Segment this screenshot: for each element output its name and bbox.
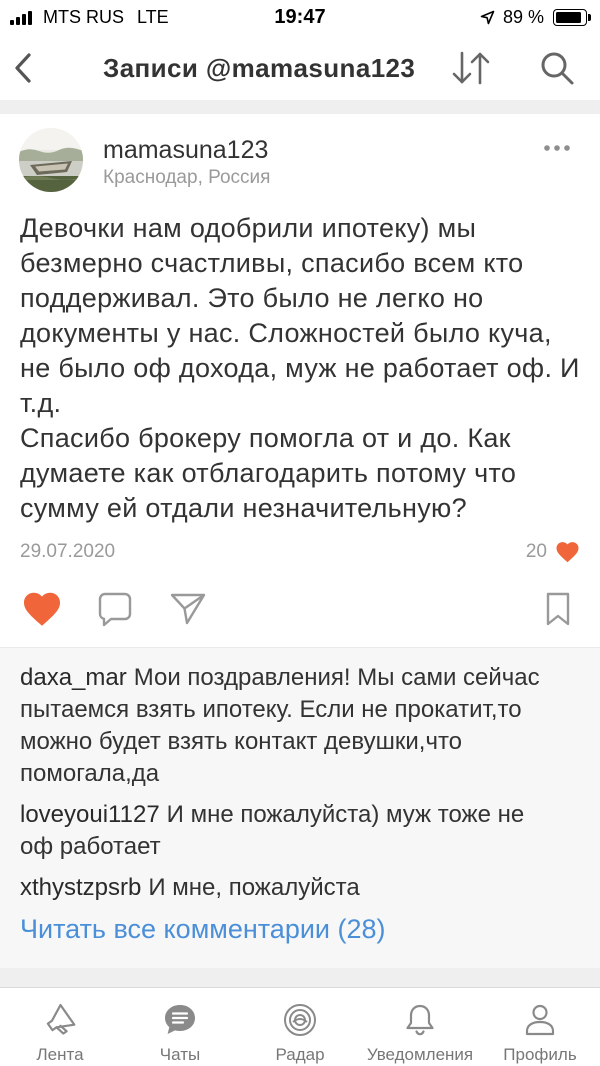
comment-author[interactable]: loveyoui1127	[20, 801, 160, 828]
bookmark-icon[interactable]	[545, 592, 571, 626]
post-text-line: т.д.	[20, 388, 62, 418]
post-text-line: Девочки нам одобрили ипотеку) мы	[20, 213, 477, 243]
tab-label: Лента	[36, 1045, 84, 1064]
tab-bar: Лента Чаты Радар Уведомления Профиль	[0, 987, 600, 1066]
chevron-left-icon[interactable]	[12, 52, 34, 84]
likes-count: 20	[525, 541, 547, 562]
megaphone-icon	[42, 1002, 78, 1038]
heart-small-icon	[556, 542, 579, 563]
tab-radar[interactable]: Радар	[240, 988, 360, 1066]
radar-icon	[282, 1002, 318, 1038]
nav-bar: Записи @mamasuna123	[0, 36, 600, 100]
more-icon[interactable]	[543, 144, 571, 152]
comment-text-line: И мне, пожалуйста	[148, 874, 360, 901]
post-text-line: документы у нас. Сложностей было куча,	[20, 318, 552, 348]
read-all-comments-link[interactable]: Читать все комментарии (28)	[20, 913, 580, 945]
post-text-line: безмерно счастливы, спасибо всем кто	[20, 248, 524, 278]
comment-first-line: daxa_mar Мои поздравления! Мы сами сейчас	[20, 662, 580, 694]
tab-label: Чаты	[159, 1045, 201, 1064]
tab-profile[interactable]: Профиль	[480, 988, 600, 1066]
tab-label: Уведомления	[366, 1045, 474, 1064]
post-text: Девочки нам одобрили ипотеку) мы безмерн…	[20, 211, 590, 526]
tab-label: Радар	[275, 1045, 325, 1064]
comment[interactable]: loveyoui1127 И мне пожалуйста) муж тоже н…	[20, 799, 580, 863]
search-icon[interactable]	[539, 50, 575, 86]
status-bar: MTS RUS LTE 19:47 89 %	[0, 0, 600, 36]
tab-label: Профиль	[503, 1045, 577, 1064]
avatar[interactable]	[19, 128, 83, 192]
comment-text-line: можно будет взять контакт девушки,что	[20, 728, 463, 755]
comment[interactable]: xthystzpsrb И мне, пожалуйста	[20, 872, 580, 904]
heart-icon[interactable]	[22, 591, 62, 627]
battery-fill	[556, 12, 581, 23]
post-text-line: сумму ей отдали незначительную?	[20, 493, 467, 523]
post-author[interactable]: mamasuna123	[103, 135, 268, 165]
sort-icon[interactable]	[451, 50, 491, 86]
page-title: Записи @mamasuna123	[103, 53, 416, 83]
profile-icon	[522, 1002, 558, 1038]
tab-notifications[interactable]: Уведомления	[360, 988, 480, 1066]
comment-author[interactable]: xthystzpsrb	[20, 874, 141, 901]
post-location: Краснодар, Россия	[103, 167, 271, 188]
location-icon	[480, 10, 495, 25]
post-date: 29.07.2020	[20, 541, 116, 562]
comment-first-line: xthystzpsrb И мне, пожалуйста	[20, 872, 580, 904]
post-text-line: думаете как отблагодарить потому что	[20, 458, 517, 488]
comment-text-line: И мне пожалуйста) муж тоже не	[166, 801, 525, 828]
comment-text-line: помогала,да	[20, 760, 160, 787]
bell-icon	[402, 1002, 438, 1038]
tab-chats[interactable]: Чаты	[120, 988, 240, 1066]
comment-text-line: пытаемся взять ипотеку. Если не прокатит…	[20, 696, 522, 723]
comment-first-line: loveyoui1127 И мне пожалуйста) муж тоже н…	[20, 799, 580, 831]
comments-preview: daxa_mar Мои поздравления! Мы сами сейчас…	[0, 647, 600, 968]
post-actions	[0, 589, 600, 629]
network-type: LTE	[137, 7, 169, 27]
battery-percent: 89 %	[503, 7, 545, 27]
tab-feed[interactable]: Лента	[0, 988, 120, 1066]
comment-text-line: Мои поздравления! Мы сами сейчас	[133, 664, 540, 691]
chat-icon	[162, 1002, 198, 1038]
battery-icon	[553, 9, 587, 26]
signal-icon	[10, 11, 32, 25]
comment[interactable]: daxa_mar Мои поздравления! Мы сами сейчас…	[20, 662, 580, 790]
post-text-line: поддерживал. Это было не легко но	[20, 283, 484, 313]
likes-counter[interactable]: 20	[526, 540, 580, 564]
post-text-line: Спасибо брокеру помогла от и до. Как	[20, 423, 511, 453]
comment-icon[interactable]	[97, 591, 133, 627]
battery-nub	[588, 14, 591, 21]
comment-text-line: оф работает	[20, 833, 161, 860]
post-card: mamasuna123 Краснодар, Россия Девочки на…	[0, 114, 600, 647]
send-icon[interactable]	[169, 591, 207, 627]
post-text-line: не было оф дохода, муж не работает оф. И	[20, 353, 580, 383]
clock: 19:47	[274, 6, 326, 28]
carrier-name: MTS RUS	[43, 7, 124, 27]
comment-author[interactable]: daxa_mar	[20, 664, 127, 691]
